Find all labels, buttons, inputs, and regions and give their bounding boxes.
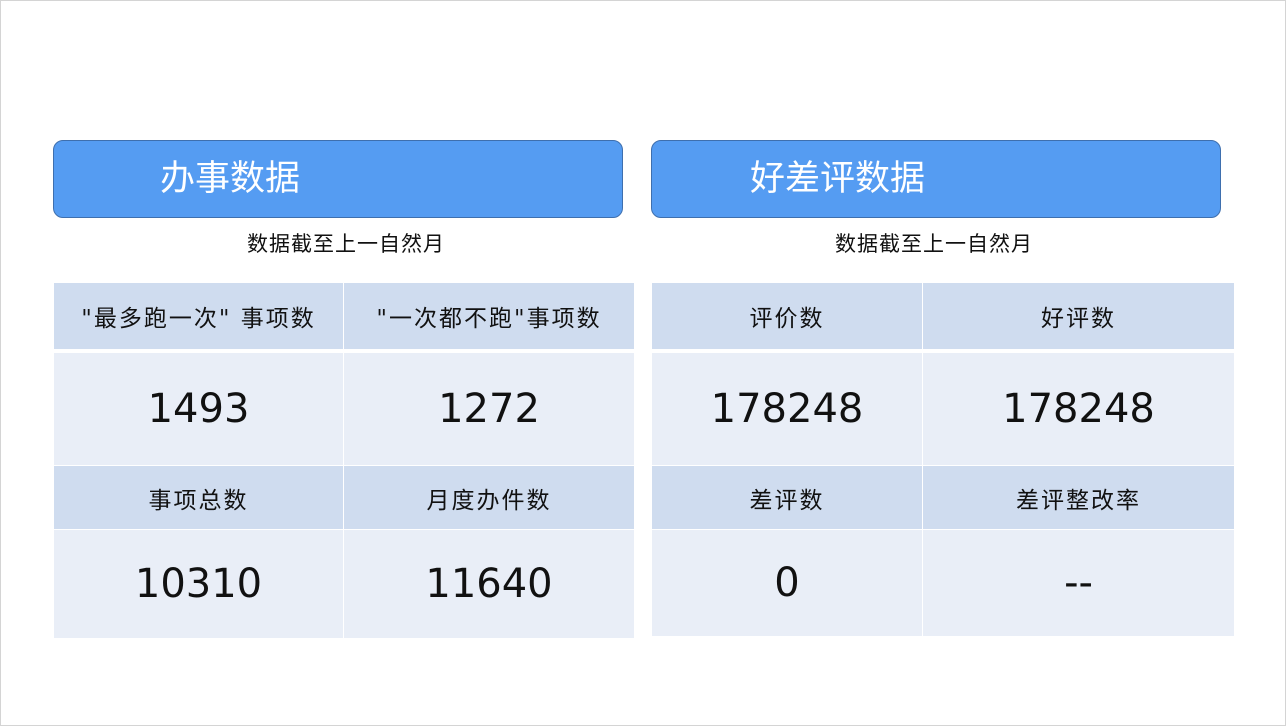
service-data-subtitle: 数据截至上一自然月 bbox=[247, 232, 445, 256]
header-monthly-cases: 月度办件数 bbox=[344, 466, 634, 529]
header-positive-review-count: 好评数 bbox=[923, 283, 1234, 349]
value-review-count: 178248 bbox=[652, 353, 922, 465]
header-negative-review-count: 差评数 bbox=[652, 466, 922, 529]
value-negative-rectification-rate: -- bbox=[923, 530, 1234, 636]
header-most-one-trip-count: "最多跑一次" 事项数 bbox=[54, 283, 343, 349]
header-negative-rectification-rate: 差评整改率 bbox=[923, 466, 1234, 529]
value-zero-trip-count: 1272 bbox=[344, 353, 634, 465]
header-total-items: 事项总数 bbox=[54, 466, 343, 529]
value-monthly-cases: 11640 bbox=[344, 530, 634, 638]
service-data-header: 办事数据 bbox=[53, 140, 623, 218]
value-most-one-trip-count: 1493 bbox=[54, 353, 343, 465]
header-review-count: 评价数 bbox=[652, 283, 922, 349]
rating-data-title: 好差评数据 bbox=[750, 159, 926, 199]
rating-data-header: 好差评数据 bbox=[651, 140, 1221, 218]
value-negative-review-count: 0 bbox=[652, 530, 922, 636]
header-zero-trip-count: "一次都不跑"事项数 bbox=[344, 283, 634, 349]
value-positive-review-count: 178248 bbox=[923, 353, 1234, 465]
service-data-title: 办事数据 bbox=[160, 159, 301, 199]
value-total-items: 10310 bbox=[54, 530, 343, 638]
rating-data-panel: 好差评数据 数据截至上一自然月 评价数 好评数 178248 178248 差评… bbox=[651, 140, 1234, 636]
rating-data-subtitle: 数据截至上一自然月 bbox=[835, 232, 1033, 256]
service-data-table: "最多跑一次" 事项数 "一次都不跑"事项数 1493 1272 事项总数 月度… bbox=[54, 283, 634, 639]
service-data-panel: 办事数据 数据截至上一自然月 "最多跑一次" 事项数 "一次都不跑"事项数 14… bbox=[53, 140, 635, 638]
rating-data-table: 评价数 好评数 178248 178248 差评数 差评整改率 0 -- bbox=[652, 283, 1234, 639]
